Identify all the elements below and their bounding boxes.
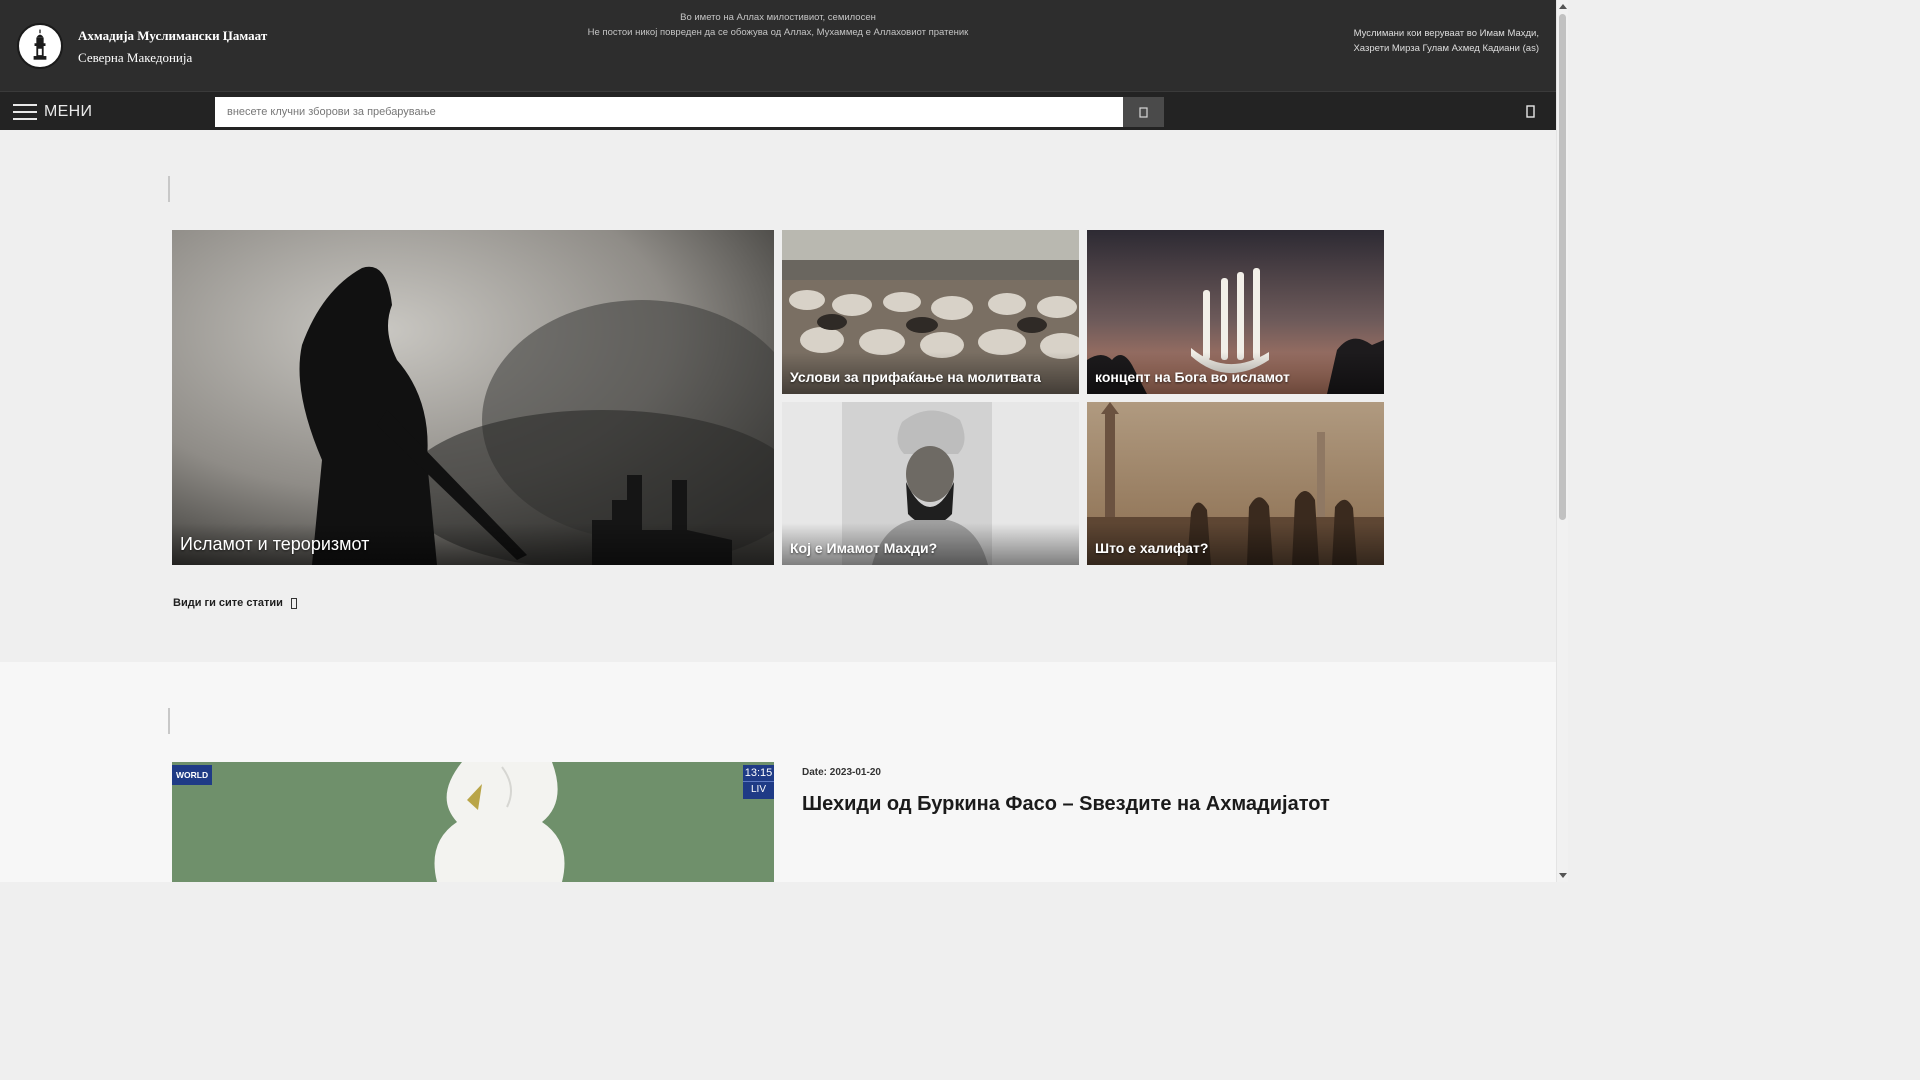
article-title[interactable]: концепт на Бога во исламот xyxy=(1095,369,1290,385)
org-name[interactable]: Ахмадија Муслимански Џамаат xyxy=(78,28,267,44)
article-title[interactable]: Услови за прифаќање на молитвата xyxy=(790,369,1041,385)
scrollbar-thumb[interactable] xyxy=(1559,14,1566,520)
see-all-articles-link[interactable]: Види ги сите статии xyxy=(173,597,297,609)
motto-line-1: Во името на Аллах милостивиот, семилосен xyxy=(680,12,876,23)
article-title[interactable]: Што е халифат? xyxy=(1095,540,1208,556)
section-heading-bar xyxy=(168,708,170,734)
belief-statement: Муслимани кои веруваат во Имам Махди, Ха… xyxy=(1353,26,1539,56)
clock-time: 13:15 xyxy=(744,767,773,779)
article-card-concept-of-god[interactable]: концепт на Бога во исламот xyxy=(1087,230,1384,394)
scrollbar[interactable] xyxy=(1556,0,1568,882)
article-title[interactable]: Кој е Имамот Махди? xyxy=(790,540,937,556)
scroll-down-arrow-icon[interactable] xyxy=(1559,873,1567,878)
hamburger-icon xyxy=(13,104,37,120)
post-date: Date: 2023-01-20 xyxy=(802,767,881,778)
arrow-right-icon xyxy=(290,597,297,609)
logo-minaret-icon[interactable] xyxy=(17,23,63,69)
article-card-caliphate[interactable]: Што е халифат? xyxy=(1087,402,1384,565)
menu-label: МЕНИ xyxy=(44,103,93,120)
soldier-silhouette-image xyxy=(172,230,774,565)
belief-line-1: Муслимани кои веруваат во Имам Махди, xyxy=(1353,28,1539,39)
see-all-label: Види ги сите статии xyxy=(173,597,283,609)
live-badge: LIV xyxy=(743,781,774,798)
live-clock: 13:15 LIV xyxy=(743,765,774,799)
menu-button[interactable]: МЕНИ xyxy=(13,101,92,123)
article-title[interactable]: Исламот и тероризмот xyxy=(180,534,369,555)
motto: Во името на Аллах милостивиот, семилосен… xyxy=(566,10,990,40)
article-card-imam-mahdi[interactable]: Кој е Имамот Махди? xyxy=(782,402,1079,565)
shrouded-body-image xyxy=(172,762,774,882)
motto-line-2: Не постои никој повреден да се обожува о… xyxy=(587,27,969,38)
belief-line-2: Хазрети Мирза Гулам Ахмед Кадиани (as) xyxy=(1353,43,1539,54)
search-input[interactable] xyxy=(215,97,1123,127)
news-video-thumbnail[interactable]: WORLD 13:15 LIV xyxy=(172,762,774,882)
site-header: Ахмадија Муслимански Џамаат Северна Маке… xyxy=(0,0,1556,91)
org-subtitle: Северна Македонија xyxy=(78,50,193,65)
search-button[interactable] xyxy=(1123,97,1164,127)
article-card-terrorism[interactable]: Исламот и тероризмот xyxy=(172,230,774,565)
post-title[interactable]: Шехиди од Буркина Фасо – Ѕвездите на Ахм… xyxy=(802,793,1330,816)
channel-logo: WORLD xyxy=(172,765,213,785)
toolbar: МЕНИ xyxy=(0,91,1556,130)
search-icon xyxy=(1138,106,1148,118)
scroll-up-arrow-icon[interactable] xyxy=(1559,4,1567,9)
user-icon[interactable] xyxy=(1526,105,1536,118)
article-card-prayer-conditions[interactable]: Услови за прифаќање на молитвата xyxy=(782,230,1079,394)
section-heading-bar xyxy=(168,176,170,202)
